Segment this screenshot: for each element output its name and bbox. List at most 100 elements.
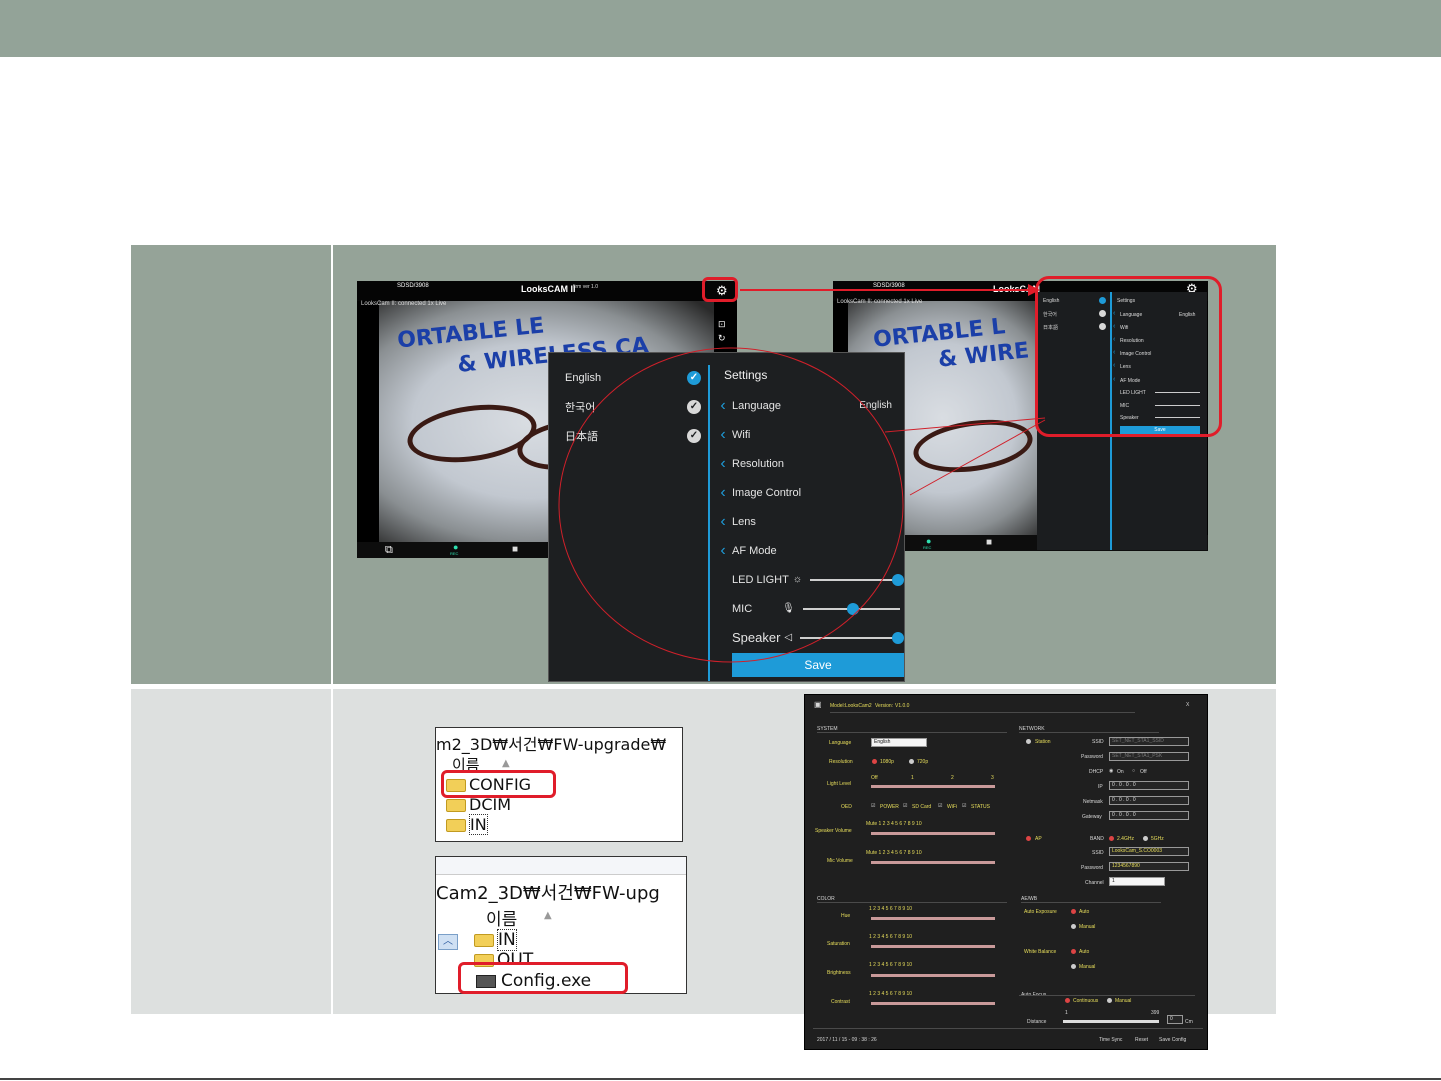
language-select-value: English — [874, 739, 891, 745]
ap-ssid-field[interactable]: LooksCam_S.CO0003 — [1109, 847, 1189, 856]
contrast-slider[interactable] — [871, 1002, 995, 1005]
radio-720p[interactable] — [909, 759, 914, 764]
oed-sd-check[interactable]: ☑ — [903, 803, 907, 809]
distance-field[interactable]: 0 — [1167, 1015, 1183, 1024]
light-level-label: Light Level — [827, 781, 852, 787]
ssid-value: SET_NET_STA1_SSID — [1112, 738, 1164, 744]
ae-auto-radio[interactable] — [1071, 909, 1076, 914]
gateway-label: Gateway — [1082, 814, 1102, 820]
save-config-button[interactable]: Save Config — [1159, 1037, 1186, 1043]
folder-in[interactable]: IN — [474, 929, 517, 951]
zoom-circle — [558, 347, 904, 663]
focus-min: 1 — [1065, 1010, 1068, 1016]
contrast-ticks: 1 2 3 4 5 6 7 8 9 10 — [869, 991, 913, 997]
address-path: Cam2_3D₩서건₩FW-upg — [436, 883, 660, 904]
gateway-field[interactable]: 0 . 0 . 0 . 0 — [1109, 811, 1189, 820]
distance-slider[interactable] — [1063, 1020, 1159, 1023]
dhcp-off-radio[interactable]: ○ — [1132, 768, 1135, 774]
model-label: Model: — [830, 703, 846, 709]
netmask-field[interactable]: 0 . 0 . 0 . 0 — [1109, 796, 1189, 805]
app-icon: ▣ — [814, 700, 822, 709]
highlight-config-folder — [441, 770, 556, 798]
zoom-line-1 — [884, 417, 1046, 433]
color-rule — [817, 902, 1007, 903]
netmask-value: 0 . 0 . 0 . 0 — [1112, 797, 1136, 803]
name-column-header[interactable]: 이름 — [486, 905, 517, 930]
light-tick-1: 1 — [911, 775, 914, 781]
band-24: 2.4GHz — [1117, 836, 1134, 842]
footer-rule — [813, 1028, 1203, 1029]
sort-arrow-icon: ▲ — [502, 758, 510, 769]
ip-field[interactable]: 0 . 0 . 0 . 0 — [1109, 781, 1189, 790]
channel-select[interactable]: 1 — [1109, 877, 1165, 886]
language-select[interactable]: English — [871, 738, 927, 747]
oed-label: OED — [841, 804, 852, 810]
reset-button[interactable]: Reset — [1135, 1037, 1148, 1043]
aewb-rule — [1021, 902, 1161, 903]
ap-ssid-label: SSID — [1092, 850, 1104, 856]
time-sync-button[interactable]: Time Sync — [1099, 1037, 1122, 1043]
footer-line — [0, 1078, 1441, 1080]
mic-slider[interactable] — [871, 861, 995, 864]
hue-slider[interactable] — [871, 917, 995, 920]
white-balance-label: White Balance — [1024, 949, 1057, 955]
distance-unit: Cm — [1185, 1019, 1193, 1025]
radio-24ghz[interactable] — [1109, 836, 1114, 841]
speaker-slider[interactable] — [871, 832, 995, 835]
speaker-ticks: Mute 1 2 3 4 5 6 7 8 9 10 — [866, 821, 922, 827]
hue-label: Hue — [841, 913, 851, 919]
wb-auto: Auto — [1079, 949, 1090, 955]
wb-auto-radio[interactable] — [1071, 949, 1076, 954]
radio-5ghz[interactable] — [1143, 836, 1148, 841]
light-tick-3: 3 — [991, 775, 994, 781]
oed-status-check[interactable]: ☑ — [962, 803, 966, 809]
dhcp-on-radio[interactable]: ◉ — [1109, 768, 1113, 774]
radio-station[interactable] — [1026, 739, 1031, 744]
light-tick-2: 2 — [951, 775, 954, 781]
folder-name: IN — [469, 814, 488, 835]
oed-wifi: WiFi — [947, 804, 957, 810]
focus-manual-radio[interactable] — [1107, 998, 1112, 1003]
focus-continuous-radio[interactable] — [1065, 998, 1070, 1003]
scroll-up-icon[interactable]: ︿ — [438, 934, 458, 950]
system-rule — [817, 732, 1007, 733]
row-label-cell — [131, 689, 333, 1014]
saturation-slider[interactable] — [871, 945, 995, 948]
radio-1080p[interactable] — [872, 759, 877, 764]
wb-manual-radio[interactable] — [1071, 964, 1076, 969]
auto-exposure-label: Auto Exposure — [1024, 909, 1057, 915]
password-field[interactable]: SET_NET_STA1_PSK — [1109, 752, 1189, 761]
network-rule — [1019, 732, 1159, 733]
version-value: V1.0.0 — [895, 703, 910, 709]
light-slider[interactable] — [871, 785, 995, 788]
title-rule — [830, 712, 1135, 713]
focus-max: 399 — [1151, 1010, 1160, 1016]
model-value: LooksCam2 — [845, 703, 872, 709]
ap-password-label: Password — [1081, 865, 1103, 871]
oed-power: POWER — [880, 804, 899, 810]
oed-status: STATUS — [971, 804, 990, 810]
channel-value: 1 — [1112, 878, 1115, 884]
contrast-label: Contrast — [831, 999, 850, 1005]
folder-icon — [474, 933, 494, 947]
station-label: Station — [1035, 739, 1051, 745]
folder-in[interactable]: IN — [446, 814, 488, 835]
band-5: 5GHz — [1151, 836, 1164, 842]
timestamp: 2017 / 11 / 15 - 09 : 38 : 26 — [817, 1037, 877, 1043]
ap-password-field[interactable]: 1234567890 — [1109, 862, 1189, 871]
oed-power-check[interactable]: ☑ — [871, 803, 875, 809]
close-icon[interactable]: X — [1186, 702, 1189, 708]
gateway-value: 0 . 0 . 0 . 0 — [1112, 812, 1136, 818]
radio-ap[interactable] — [1026, 836, 1031, 841]
distance-value: 0 — [1170, 1016, 1173, 1022]
oed-wifi-check[interactable]: ☑ — [938, 803, 942, 809]
channel-label: Channel — [1085, 880, 1104, 886]
brightness-slider[interactable] — [871, 974, 995, 977]
ae-manual-radio[interactable] — [1071, 924, 1076, 929]
ae-manual: Manual — [1079, 924, 1096, 930]
ssid-field[interactable]: SET_NET_STA1_SSID — [1109, 737, 1189, 746]
mic-ticks: Mute 1 2 3 4 5 6 7 8 9 10 — [866, 850, 922, 856]
resolution-label: Resolution — [829, 759, 853, 765]
language-label: Language — [829, 740, 852, 746]
ip-label: IP — [1098, 784, 1103, 790]
